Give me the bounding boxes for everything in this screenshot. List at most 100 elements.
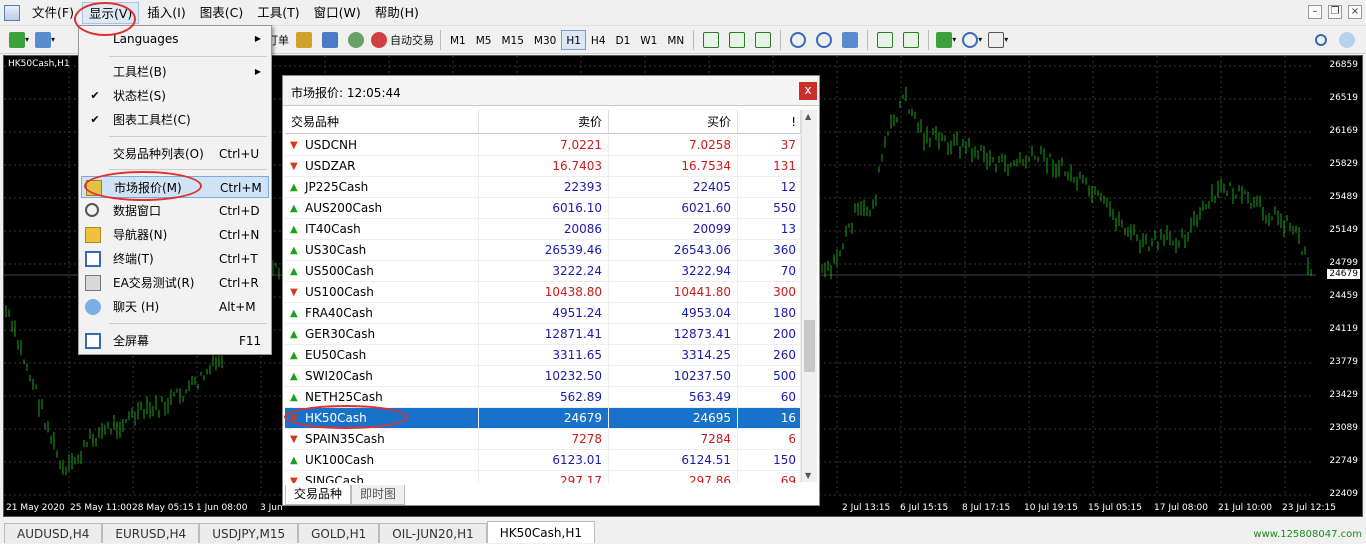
chat-bubble-icon[interactable] [1336,29,1358,51]
candlestick-icon[interactable] [726,29,748,51]
symbol-cell: ▲ NETH25Cash [285,387,479,407]
menu-languages[interactable]: Languages ▶ [81,28,269,50]
timeframe-mn[interactable]: MN [662,30,689,50]
meta-editor-icon[interactable] [319,29,341,51]
restore-icon[interactable]: ❐ [1328,5,1342,19]
column-ask[interactable]: 买价 [609,110,738,133]
column-symbol[interactable]: 交易品种 [285,110,479,133]
auto-trading-button[interactable]: 自动交易 [371,29,434,51]
signals-icon[interactable] [345,29,367,51]
bar-chart-icon[interactable] [700,29,722,51]
chart-tab-usdjpy[interactable]: USDJPY,M15 [199,523,299,543]
market-watch-tabs: 交易品种 即时图 [285,485,817,505]
auto-trading-label: 自动交易 [390,33,434,47]
timeframe-h4[interactable]: H4 [586,30,611,50]
minimize-icon[interactable]: – [1308,5,1322,19]
table-row[interactable]: ▲ GER30Cash 12871.41 12873.41 200 [285,324,801,345]
ask-cell: 22405 [609,177,738,197]
chart-tab-oil[interactable]: OIL-JUN20,H1 [379,523,487,543]
table-row[interactable]: ▲ US30Cash 26539.46 26543.06 360 [285,240,801,261]
timeframe-m15[interactable]: M15 [497,30,529,50]
menu-fullscreen[interactable]: 全屏幕 F11 [81,330,269,352]
menu-symbols[interactable]: 交易品种列表(O) Ctrl+U [81,143,269,165]
table-row[interactable]: ▼ HK50Cash 24679 24695 16 [285,408,801,429]
menu-tools[interactable]: 工具(T) [251,2,305,24]
close-icon[interactable]: × [1348,5,1362,19]
scroll-down-icon[interactable]: ▼ [805,471,811,480]
close-icon[interactable]: x [799,82,817,100]
timeframe-h1[interactable]: H1 [561,29,586,50]
spread-cell: 180 [738,303,801,323]
table-row[interactable]: ▲ UK100Cash 6123.01 6124.51 150 [285,450,801,471]
table-row[interactable]: ▲ NETH25Cash 562.89 563.49 60 [285,387,801,408]
menu-market-watch[interactable]: 市场报价(M) Ctrl+M [81,176,269,198]
column-spread[interactable]: ! [738,110,801,133]
scrollbar-thumb[interactable] [804,320,815,372]
chart-tab-hk50[interactable]: HK50Cash,H1 [486,521,595,543]
menu-terminal[interactable]: 终端(T) Ctrl+T [81,248,269,270]
scroll-up-icon[interactable]: ▲ [805,112,811,121]
timeframe-m5[interactable]: M5 [471,30,497,50]
symbol-name: JP225Cash [305,180,369,194]
menu-status-bar[interactable]: ✔ 状态栏(S) [81,85,269,107]
toolbar-separator [867,29,869,50]
table-row[interactable]: ▲ US500Cash 3222.24 3222.94 70 [285,261,801,282]
chart-tab-eurusd[interactable]: EURUSD,H4 [102,523,200,543]
table-row[interactable]: ▼ USDZAR 16.7403 16.7534 131 [285,156,801,177]
vertical-scrollbar[interactable]: ▲ ▼ [801,110,817,482]
new-chart-button[interactable]: ▾ [8,29,30,51]
periods-button[interactable]: ▾ [961,29,983,51]
search-icon[interactable] [1310,29,1332,51]
menu-strategy-tester[interactable]: EA交易测试(R) Ctrl+R [81,272,269,294]
time-tick-label: 3 Jun [260,503,283,513]
menu-insert[interactable]: 插入(I) [141,2,191,24]
table-row[interactable]: ▲ SWI20Cash 10232.50 10237.50 500 [285,366,801,387]
menu-view[interactable]: 显示(V) [81,1,140,24]
zoom-out-icon[interactable] [813,29,835,51]
table-row[interactable]: ▲ JP225Cash 22393 22405 12 [285,177,801,198]
timeframe-m30[interactable]: M30 [529,30,561,50]
ask-cell: 26543.06 [609,240,738,260]
templates-button[interactable]: ▾ [987,29,1009,51]
bid-cell: 7.0221 [479,135,609,155]
gold-bars-icon[interactable] [293,29,315,51]
menu-navigator[interactable]: 导航器(N) Ctrl+N [81,224,269,246]
menu-help[interactable]: 帮助(H) [369,2,425,24]
menu-charts[interactable]: 图表(C) [194,2,249,24]
timeframe-m1[interactable]: M1 [445,30,471,50]
menu-toolbars[interactable]: 工具栏(B) ▶ [81,61,269,83]
table-row[interactable]: ▼ SINGCash 297.17 297.86 69 [285,471,801,483]
timeframe-w1[interactable]: W1 [635,30,662,50]
tab-tick-chart[interactable]: 即时图 [351,485,406,505]
chart-tab-audusd[interactable]: AUDUSD,H4 [4,523,103,543]
timeframe-d1[interactable]: D1 [611,30,636,50]
autoscroll-icon[interactable] [900,29,922,51]
ask-cell: 297.86 [609,471,738,483]
symbol-cell: ▲ UK100Cash [285,450,479,470]
tab-symbols[interactable]: 交易品种 [285,485,352,505]
table-row[interactable]: ▲ FRA40Cash 4951.24 4953.04 180 [285,303,801,324]
menu-file[interactable]: 文件(F) [26,2,80,24]
table-row[interactable]: ▲ IT40Cash 20086 20099 13 [285,219,801,240]
price-tick-label: 26519 [1329,93,1358,103]
menu-chat[interactable]: 聊天 (H) Alt+M [81,296,269,318]
menu-data-window-label: 数据窗口 [113,204,162,218]
line-chart-icon[interactable] [752,29,774,51]
table-row[interactable]: ▼ USDCNH 7.0221 7.0258 37 [285,135,801,156]
table-row[interactable]: ▲ AUS200Cash 6016.10 6021.60 550 [285,198,801,219]
table-row[interactable]: ▼ SPAIN35Cash 7278 7284 6 [285,429,801,450]
chart-tab-gold[interactable]: GOLD,H1 [298,523,380,543]
zoom-in-icon[interactable] [787,29,809,51]
indicators-button[interactable]: ▾ [935,29,957,51]
table-row[interactable]: ▼ US100Cash 10438.80 10441.80 300 [285,282,801,303]
tile-windows-icon[interactable] [839,29,861,51]
profiles-button[interactable]: ▾ [34,29,56,51]
time-tick-label: 25 May 11:00 [70,503,132,513]
column-bid[interactable]: 卖价 [479,110,609,133]
menu-window[interactable]: 窗口(W) [308,2,367,24]
menu-data-window[interactable]: 数据窗口 Ctrl+D [81,200,269,222]
chart-shift-icon[interactable] [874,29,896,51]
market-watch-titlebar[interactable]: 市场报价: 12:05:44 x [283,76,819,106]
menu-chart-toolbar[interactable]: ✔ 图表工具栏(C) [81,109,269,131]
table-row[interactable]: ▲ EU50Cash 3311.65 3314.25 260 [285,345,801,366]
